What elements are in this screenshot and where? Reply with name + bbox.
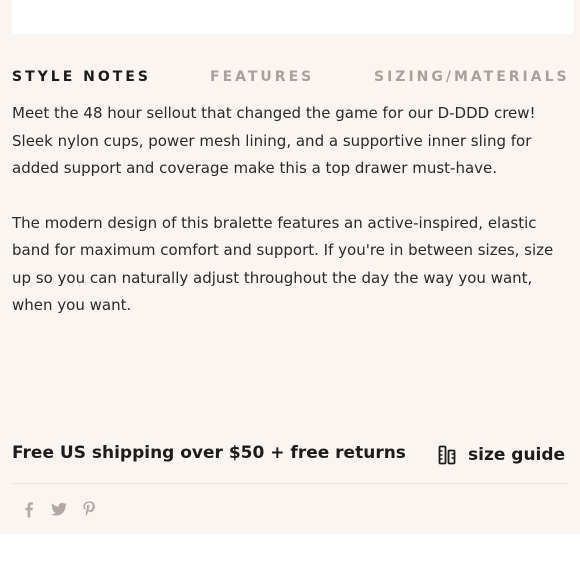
shipping-info: Free US shipping over $50 + free returns [12,443,406,463]
tab-style-notes[interactable]: STYLE NOTES [12,69,151,85]
style-notes-content: Meet the 48 hour sellout that changed th… [12,100,572,320]
product-details-panel: STYLE NOTES FEATURES SIZING/MATERIALS Me… [0,0,580,534]
divider [12,483,568,484]
description-paragraph: Meet the 48 hour sellout that changed th… [12,104,536,177]
product-tabs: STYLE NOTES FEATURES SIZING/MATERIALS [12,69,574,87]
size-guide-link[interactable]: size guide [438,443,565,467]
shipping-row: Free US shipping over $50 + free returns… [12,443,574,467]
ruler-icon [438,445,456,465]
social-share [20,500,98,518]
top-card [12,0,574,34]
facebook-icon[interactable] [20,500,38,518]
pinterest-icon[interactable] [80,500,98,518]
twitter-icon[interactable] [50,500,68,518]
size-guide-label: size guide [468,445,566,465]
tab-features[interactable]: FEATURES [210,69,314,85]
description-paragraph: The modern design of this bralette featu… [12,213,554,315]
tab-sizing-materials[interactable]: SIZING/MATERIALS [374,69,570,85]
